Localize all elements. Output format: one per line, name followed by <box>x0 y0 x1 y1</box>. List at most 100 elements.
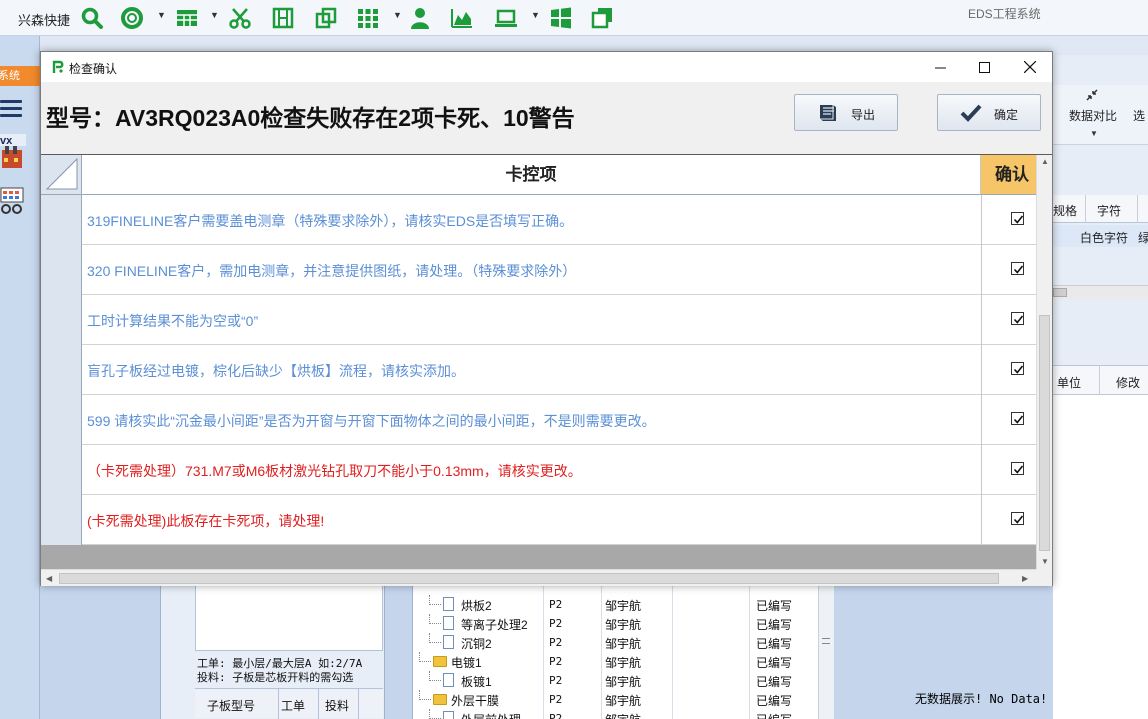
tree-node-name: 电镀1 <box>451 656 482 670</box>
factory-icon[interactable]: vx <box>0 134 26 170</box>
minimize-button[interactable] <box>917 52 963 82</box>
col-header-check-item[interactable]: 卡控项 <box>82 155 981 195</box>
tree-vscrollbar[interactable] <box>818 583 834 719</box>
row-header[interactable] <box>41 345 82 395</box>
scroll-right-icon[interactable]: ▶ <box>1022 574 1028 583</box>
tree-node-person: 邹宇航 <box>605 675 642 689</box>
info-line-1: 工单: 最小层/最大层A 如:2/7A <box>197 657 363 670</box>
tab-feeding[interactable]: 投料 <box>325 697 349 714</box>
caret-down-icon[interactable]: ▼ <box>210 10 219 20</box>
laptop-icon[interactable] <box>494 6 518 30</box>
confirm-cell <box>981 345 1036 395</box>
check-icon <box>1013 465 1024 474</box>
row-header[interactable] <box>41 295 82 345</box>
tab-work-order[interactable]: 工单 <box>281 697 305 714</box>
check-item-row[interactable]: （卡死需处理）731.M7或M6板材激光钻孔取刀不能小于0.13mm，请核实更改… <box>41 445 1036 495</box>
tree-row[interactable]: 外层干膜 P2 邹宇航 已编写 <box>413 690 819 709</box>
tree-row[interactable]: 板镀1 P2 邹宇航 已编写 <box>413 671 819 690</box>
confirm-cell <box>981 295 1036 345</box>
check-item-row[interactable]: 599 请核实此“沉金最小间距”是否为开窗与开窗下面物体之间的最小间距，不是则需… <box>41 395 1036 445</box>
search-icon[interactable] <box>80 6 104 30</box>
maximize-button[interactable] <box>961 52 1007 82</box>
tree-row[interactable]: 等离子处理2 P2 邹宇航 已编写 <box>413 614 819 633</box>
confirm-checkbox[interactable] <box>1011 362 1024 375</box>
hscroll-thumb[interactable] <box>59 573 999 584</box>
check-item-row[interactable]: (卡死需处理)此板存在卡死项，请处理! <box>41 495 1036 545</box>
caret-down-icon[interactable]: ▼ <box>531 10 540 20</box>
caret-down-icon[interactable]: ▼ <box>1090 129 1098 138</box>
check-item-row[interactable]: 工时计算结果不能为空或“0” <box>41 295 1036 345</box>
tree-node-code: P2 <box>549 693 563 706</box>
tree-row[interactable]: 外层前处理 P2 邹宇航 已编写 <box>413 709 819 719</box>
col-spec[interactable]: 规格 <box>1053 202 1077 219</box>
tree-row[interactable]: 烘板2 P2 邹宇航 已编写 <box>413 595 819 614</box>
film-icon[interactable] <box>271 6 295 30</box>
col-header-confirm[interactable]: 确认 <box>981 155 1036 195</box>
confirm-checkbox[interactable] <box>1011 412 1024 425</box>
grid-icon[interactable] <box>356 6 380 30</box>
confirm-button[interactable]: 确定 <box>937 94 1041 131</box>
grid-vscrollbar[interactable]: ▲ ▼ <box>1036 155 1052 569</box>
row-header[interactable] <box>41 245 82 295</box>
calculator-icon[interactable] <box>0 186 26 216</box>
tree-row[interactable]: 沉铜2 P2 邹宇航 已编写 <box>413 633 819 652</box>
close-button[interactable] <box>1007 52 1053 82</box>
vscroll-thumb[interactable] <box>1039 315 1050 551</box>
tree-node-status: 已编写 <box>756 656 793 670</box>
right-empty-area <box>1053 395 1148 719</box>
check-item-text: 320 FINELINE客户，需加电测章，并注意提供图纸，请处理。（特殊要求除外… <box>87 263 577 279</box>
export-button[interactable]: 导出 <box>794 94 898 131</box>
data-compare-button[interactable]: 数据对比 <box>1069 107 1117 124</box>
confirm-checkbox[interactable] <box>1011 512 1024 525</box>
right-grid-header: 规格 字符 <box>1053 195 1148 223</box>
scissors-icon[interactable] <box>228 6 252 30</box>
check-item-text: (卡死需处理)此板存在卡死项，请处理! <box>87 513 325 529</box>
confirm-cell <box>981 395 1036 445</box>
sidebar-tab-system[interactable]: 系统 <box>0 66 40 86</box>
tree-node-person: 邹宇航 <box>605 656 642 670</box>
scroll-left-icon[interactable]: ◀ <box>46 574 52 583</box>
layers-icon[interactable] <box>590 6 614 30</box>
col-modify[interactable]: 修改 <box>1116 374 1140 391</box>
check-item-text: 盲孔子板经过电镀，棕化后缺少【烘板】流程，请核实添加。 <box>87 363 465 379</box>
tree-node-name: 板镀1 <box>461 675 492 689</box>
select-all-corner[interactable] <box>41 155 82 195</box>
lifebuoy-icon[interactable] <box>120 6 144 30</box>
check-item-row[interactable]: 320 FINELINE客户，需加电测章，并注意提供图纸，请处理。（特殊要求除外… <box>41 245 1036 295</box>
confirm-cell <box>981 445 1036 495</box>
app-toolbar: 兴森快捷 ▼ ▼ ▼ ▼ EDS工程系统 <box>0 0 1148 36</box>
row-header[interactable] <box>41 495 82 545</box>
scroll-up-icon[interactable]: ▲ <box>1041 157 1049 166</box>
tree-node-name: 外层干膜 <box>451 694 500 708</box>
scroll-down-icon[interactable]: ▼ <box>1041 557 1049 566</box>
user-icon[interactable] <box>408 6 432 30</box>
right-grid-row[interactable]: 白色字符 绿 <box>1053 225 1148 247</box>
table-icon[interactable] <box>175 6 199 30</box>
col-char[interactable]: 字符 <box>1097 202 1121 219</box>
confirm-checkbox[interactable] <box>1011 262 1024 275</box>
tree-node-code: P2 <box>549 617 563 630</box>
confirm-checkbox[interactable] <box>1011 462 1024 475</box>
confirm-checkbox[interactable] <box>1011 312 1024 325</box>
right-hscrollbar[interactable] <box>1053 285 1148 299</box>
row-header[interactable] <box>41 445 82 495</box>
windows-icon[interactable] <box>549 6 573 30</box>
dialog-titlebar[interactable]: 检查确认 <box>41 52 1052 82</box>
tab-sub-model[interactable]: 子板型号 <box>207 697 255 714</box>
row-header[interactable] <box>41 195 82 245</box>
row-header[interactable] <box>41 395 82 445</box>
check-item-row[interactable]: 319FINELINE客户需要盖电测章（特殊要求除外），请核实EDS是否填写正确… <box>41 195 1036 245</box>
copy-icon[interactable] <box>314 6 338 30</box>
tree-node-person: 邹宇航 <box>605 599 642 613</box>
tree-row[interactable]: 电镀1 P2 邹宇航 已编写 <box>413 652 819 671</box>
col-unit[interactable]: 单位 <box>1057 374 1081 391</box>
caret-down-icon[interactable]: ▼ <box>157 10 166 20</box>
caret-down-icon[interactable]: ▼ <box>393 10 402 20</box>
area-chart-icon[interactable] <box>450 6 474 30</box>
confirm-checkbox[interactable] <box>1011 212 1024 225</box>
grid-header: 卡控项 确认 <box>41 155 1036 195</box>
grid-hscrollbar[interactable]: ◀ ▶ <box>41 569 1036 586</box>
check-item-row[interactable]: 盲孔子板经过电镀，棕化后缺少【烘板】流程，请核实添加。 <box>41 345 1036 395</box>
hamburger-icon[interactable] <box>0 100 22 117</box>
select-button[interactable]: 选 <box>1133 107 1145 124</box>
